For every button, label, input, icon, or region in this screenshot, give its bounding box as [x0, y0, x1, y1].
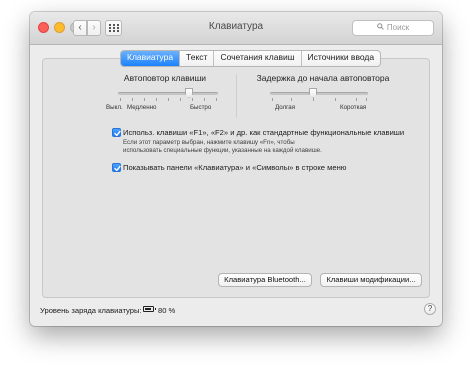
keyboard-preferences-window: ‹ › Клавиатура Поиск Клавиатура Текст Со… — [30, 12, 442, 326]
tick — [120, 98, 121, 101]
repeat-delay-label-long: Долгая — [275, 104, 296, 111]
tick — [356, 98, 357, 101]
fn-keys-help-text: Если этот параметр выбран, нажмите клави… — [123, 139, 322, 155]
title-bar: ‹ › Клавиатура Поиск — [30, 12, 442, 45]
tick — [313, 98, 314, 101]
repeat-delay-track[interactable] — [270, 92, 368, 95]
magnifier-icon — [377, 21, 384, 35]
checkmark-icon — [114, 130, 121, 137]
battery-fill — [145, 308, 151, 310]
fn-keys-label[interactable]: Использ. клавиши «F1», «F2» и др. как ст… — [123, 128, 404, 137]
tick — [216, 98, 217, 101]
modifier-keys-button[interactable]: Клавиши модификации... — [320, 273, 422, 287]
tick — [132, 98, 133, 101]
tick — [192, 98, 193, 101]
key-repeat-track[interactable] — [118, 92, 218, 95]
help-button[interactable]: ? — [424, 303, 436, 315]
battery-percent: 80 % — [158, 306, 176, 315]
tick — [204, 98, 205, 101]
key-repeat-title: Автоповтор клавиши — [123, 73, 207, 83]
bluetooth-keyboard-button[interactable]: Клавиатура Bluetooth... — [218, 273, 312, 287]
tick — [366, 98, 367, 101]
search-field[interactable]: Поиск — [352, 20, 434, 36]
tick — [144, 98, 145, 101]
tab-shortcuts[interactable]: Сочетания клавиш — [214, 51, 302, 66]
tick — [168, 98, 169, 101]
tick — [335, 98, 336, 101]
key-repeat-label-off: Выкл. — [106, 104, 123, 111]
tick — [180, 98, 181, 101]
show-viewers-checkbox[interactable] — [112, 163, 121, 172]
key-repeat-label-slow: Медленно — [127, 104, 157, 111]
repeat-delay-label-short: Короткая — [340, 104, 367, 111]
show-viewers-label[interactable]: Показывать панели «Клавиатура» и «Символ… — [123, 163, 346, 172]
tab-input-sources[interactable]: Источники ввода — [302, 51, 381, 66]
battery-cap — [155, 308, 156, 310]
tick — [156, 98, 157, 101]
tick — [291, 98, 292, 101]
fn-keys-checkbox[interactable] — [112, 128, 121, 137]
repeat-delay-title: Задержка до начала автоповтора — [256, 73, 390, 83]
battery-icon — [143, 306, 156, 312]
search-placeholder: Поиск — [386, 23, 410, 32]
tab-keyboard[interactable]: Клавиатура — [121, 51, 181, 66]
key-repeat-label-fast: Быстро — [190, 104, 212, 111]
tab-text[interactable]: Текст — [180, 51, 215, 66]
battery-level-label: Уровень заряда клавиатуры: — [40, 306, 142, 315]
section-divider — [236, 74, 237, 118]
tab-bar: Клавиатура Текст Сочетания клавиш Источн… — [120, 50, 382, 67]
checkmark-icon — [114, 165, 121, 172]
tick — [272, 98, 273, 101]
